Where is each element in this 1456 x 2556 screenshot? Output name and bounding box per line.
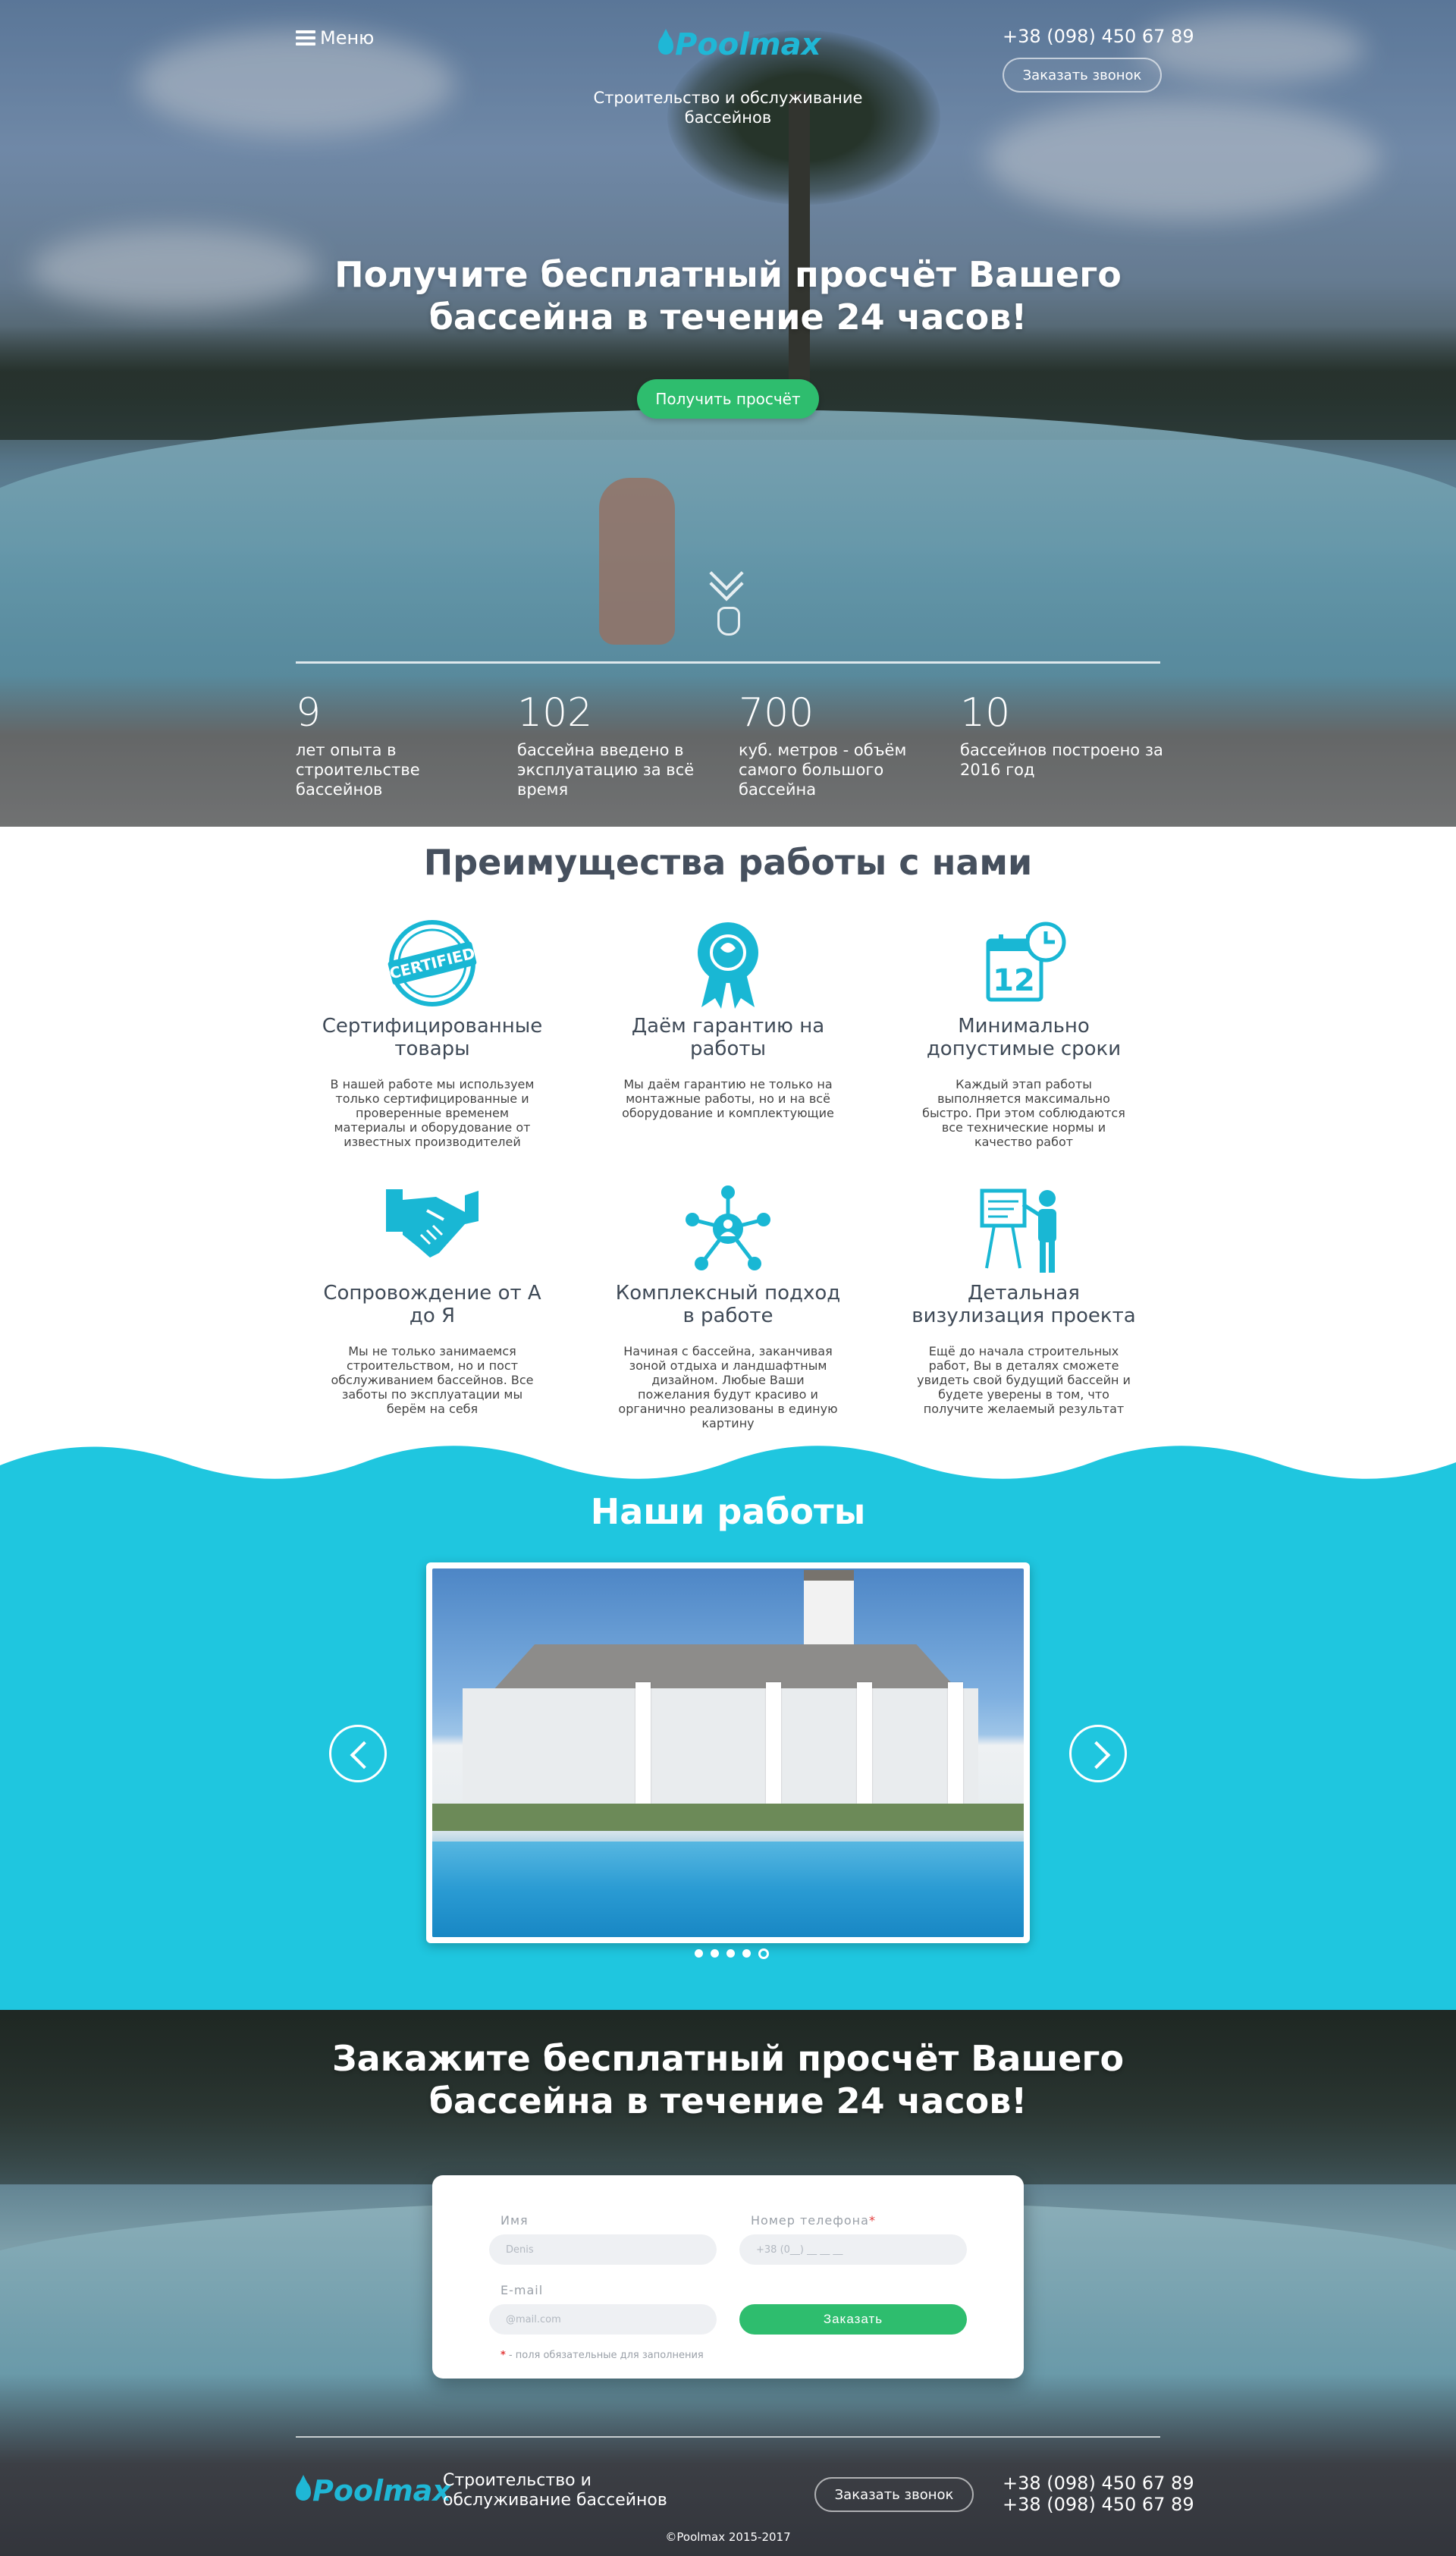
slider-dot[interactable] [695,1949,703,1958]
hedge [432,1804,1024,1831]
column [857,1682,872,1804]
callback-button[interactable]: Заказать звонок [1003,58,1162,93]
stat-item: 102 бассейна введено в эксплуатацию за в… [517,690,730,799]
phone-label: Номер телефона* [751,2213,876,2228]
advantage-item: Даём гарантию на работы Мы даём гарантию… [607,918,849,1120]
advantages-title: Преимущества работы с нами [423,842,1033,883]
advantage-item: CERTIFIED Сертифицированные товары В наш… [311,918,554,1149]
stat-label: бассейна введено в эксплуатацию за всё в… [517,741,695,799]
water-drop-icon [296,2475,311,2501]
advantage-description: Начиная с бассейна, заканчивая зоной отд… [618,1344,838,1430]
name-label: Имя [500,2213,529,2228]
pool-house-photo [432,1568,1024,1937]
advantage-title: Сопровождение от А до Я [323,1282,541,1327]
house-roof [493,1644,958,1690]
footer-logo-text: Poolmax [312,2474,451,2507]
menu-label: Меню [320,27,375,49]
advantage-description: Мы не только занимаемся строительством, … [331,1344,534,1416]
logo-text: Poolmax [675,27,821,62]
order-form: Имя Номер телефона* E-mail Заказать * - … [432,2175,1024,2379]
advantage-item: Сопровождение от А до Я Мы не только зан… [311,1185,554,1416]
advantage-title: Детальная визулизация проекта [912,1282,1136,1327]
works-title: Наши работы [590,1491,866,1532]
stat-item: 9 лет опыта в строительстве бассейнов [296,690,508,799]
handshake-icon [383,1185,482,1276]
column [948,1682,963,1804]
advantage-item: Детальная визулизация проекта Ещё до нач… [902,1185,1145,1416]
works-slide[interactable] [426,1562,1030,1943]
required-fields-note: * - поля обязательные для заполнения [500,2350,704,2361]
advantage-description: Мы даём гарантию не только на монтажные … [622,1077,834,1120]
advantage-description: Ещё до начала строительных работ, Вы в д… [917,1344,1131,1416]
footer-tagline: Строительство и обслуживание бассейнов [443,2471,667,2510]
advantage-title: Комплексный подход в работе [615,1282,841,1327]
certified-icon: CERTIFIED [383,918,482,1009]
column [635,1682,651,1804]
award-ribbon-icon [679,918,777,1009]
menu-button[interactable]: Меню [296,27,374,49]
house-wall [463,1688,978,1802]
stat-number: 700 [739,690,814,736]
footer-callback-button[interactable]: Заказать звонок [814,2477,974,2512]
advantage-item: 12 Минимально допустимые сроки Каждый эт… [902,918,1145,1149]
stat-number: 102 [517,690,593,736]
slider-dot-active[interactable] [758,1948,769,1959]
presentation-icon [974,1185,1073,1276]
calendar-clock-icon: 12 [974,918,1073,1009]
copyright: ©Poolmax 2015-2017 [665,2530,791,2544]
hamburger-icon [296,30,315,46]
name-input[interactable] [489,2234,717,2265]
footer-phone[interactable]: +38 (098) 450 67 89 [1003,2473,1194,2494]
slider-dot[interactable] [711,1949,719,1958]
logo[interactable]: Poolmax [658,27,821,62]
stat-item: 10 бассейнов построено за 2016 год [960,690,1172,780]
slider-next-button[interactable] [1069,1725,1127,1782]
slider-pagination [695,1948,769,1959]
advantage-description: Каждый этап работы выполняется максималь… [922,1077,1125,1149]
pool-water [432,1842,1024,1937]
slider-prev-button[interactable] [329,1725,387,1782]
hero-title: Получите бесплатный просчёт Вашего бассе… [334,254,1122,338]
column [766,1682,781,1804]
stats-divider [296,661,1160,664]
slider-dot[interactable] [742,1949,751,1958]
scroll-down-hint[interactable] [709,556,746,636]
advantage-title: Минимально допустимые сроки [926,1015,1122,1060]
stat-number: 9 [296,690,322,736]
footer-phones: +38 (098) 450 67 89 +38 (098) 450 67 89 [1003,2473,1194,2515]
email-input[interactable] [489,2304,717,2335]
order-submit-button[interactable]: Заказать [739,2304,967,2335]
stat-label: куб. метров - объём самого большого басс… [739,741,907,799]
stat-item: 700 куб. метров - объём самого большого … [739,690,951,799]
svg-text:12: 12 [993,963,1035,998]
stat-label: лет опыта в строительстве бассейнов [296,741,420,799]
advantage-title: Даём гарантию на работы [631,1015,825,1060]
email-label: E-mail [500,2283,544,2297]
water-drop-icon [658,29,673,55]
get-estimate-button[interactable]: Получить просчёт [637,379,819,419]
header-phone[interactable]: +38 (098) 450 67 89 [1003,26,1194,47]
network-icon [679,1185,777,1276]
footer-divider [296,2436,1160,2438]
footer-logo[interactable]: Poolmax [296,2474,451,2507]
hand-pointer-icon [717,607,740,636]
slider-dot[interactable] [726,1949,735,1958]
phone-input[interactable] [739,2234,967,2265]
stat-number: 10 [960,690,1011,736]
footer-phone[interactable]: +38 (098) 450 67 89 [1003,2494,1194,2515]
advantage-title: Сертифицированные товары [322,1015,543,1060]
advantage-item: Комплексный подход в работе Начиная с ба… [607,1185,849,1430]
stat-label: бассейнов построено за 2016 год [960,741,1163,779]
header-tagline: Строительство и обслуживание бассейнов [593,89,863,127]
order-title: Закажите бесплатный просчёт Вашего бассе… [331,2038,1125,2121]
advantage-description: В нашей работе мы используем только серт… [330,1077,535,1149]
cupola-decoration [804,1570,854,1646]
